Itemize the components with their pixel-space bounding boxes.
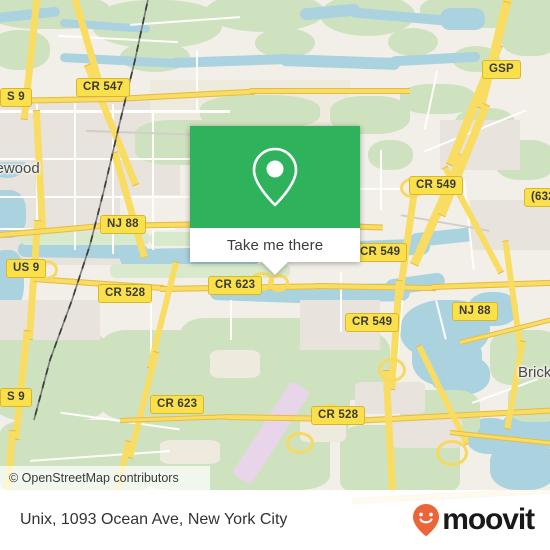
popup-action-area[interactable]: Take me there bbox=[190, 228, 360, 275]
attribution-text[interactable]: © OpenStreetMap contributors bbox=[0, 471, 179, 485]
road-shield-nj88-east: NJ 88 bbox=[452, 302, 498, 321]
road-shield-cr549-south: CR 549 bbox=[345, 313, 400, 332]
map-attribution: © OpenStreetMap contributors bbox=[0, 466, 210, 490]
road-shield-cr528-west: CR 528 bbox=[98, 284, 153, 303]
road-shield-gsp: GSP bbox=[482, 60, 521, 79]
road-shield-cr528-south: CR 528 bbox=[311, 406, 366, 425]
moovit-pin-icon bbox=[413, 504, 440, 537]
road-shield-cr549-mid: CR 549 bbox=[353, 243, 408, 262]
road-shield-cr623-mid: CR 623 bbox=[208, 276, 263, 295]
moovit-logo[interactable]: moovit bbox=[411, 503, 550, 537]
road-shield-632: (632 bbox=[524, 188, 550, 207]
take-me-there-button[interactable]: Take me there bbox=[227, 237, 323, 254]
road-shield-us9-mid: US 9 bbox=[6, 259, 47, 278]
moovit-map-screenshot: kewood Brick S 9 CR 547 GSP CR 549 (632 … bbox=[0, 0, 550, 550]
road-shield-us9-bottom: S 9 bbox=[0, 388, 32, 407]
road-shield-cr547: CR 547 bbox=[76, 78, 131, 97]
road-shield-us9-top: S 9 bbox=[0, 88, 32, 107]
map-pin-icon bbox=[252, 147, 298, 207]
road-shield-cr623-south: CR 623 bbox=[150, 395, 205, 414]
moovit-wordmark: moovit bbox=[442, 503, 535, 536]
footer-bar: Unix, 1093 Ocean Ave, New York City moov… bbox=[0, 490, 550, 550]
road-shield-cr549-north: CR 549 bbox=[409, 176, 464, 195]
road-shield-nj88-west: NJ 88 bbox=[100, 215, 146, 234]
destination-address: Unix, 1093 Ocean Ave, New York City bbox=[20, 511, 288, 528]
popup-pointer-tail bbox=[262, 262, 288, 275]
footer-content: Unix, 1093 Ocean Ave, New York City moov… bbox=[0, 490, 550, 550]
map-canvas[interactable]: kewood Brick S 9 CR 547 GSP CR 549 (632 … bbox=[0, 0, 550, 490]
popup-icon-area bbox=[190, 126, 360, 228]
destination-popup-card[interactable]: Take me there bbox=[190, 126, 360, 275]
